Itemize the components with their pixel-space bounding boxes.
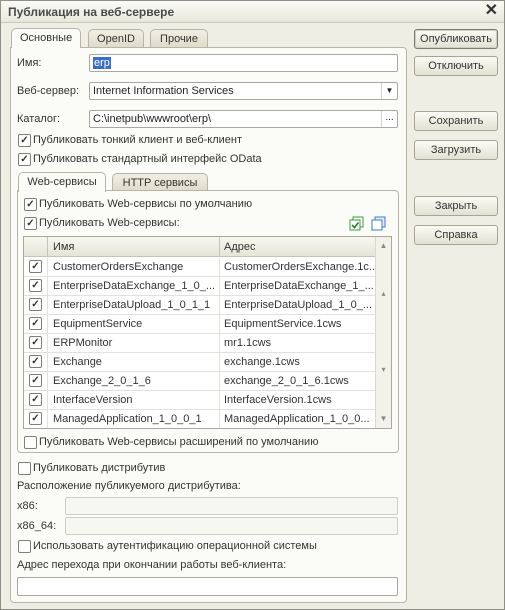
exit-url-label: Адрес перехода при окончании работы веб-… [17,559,287,571]
publish-ws-default-label: Публиковать Web-сервисы по умолчанию [39,198,253,210]
help-button[interactable]: Справка [414,225,498,245]
row-address: EnterpriseDataUpload_1_0_... [224,299,372,311]
publish-ws-default-checkbox[interactable]: ✓ [24,198,37,211]
row-name: EquipmentService [48,315,220,333]
row-checkbox[interactable]: ✓ [29,260,42,273]
load-button[interactable]: Загрузить [414,140,498,160]
table-row[interactable]: ✓ ManagedApplication_1_0_0_1 ManagedAppl… [24,410,376,428]
header-address[interactable]: Адрес [220,237,376,257]
scroll-up-icon[interactable]: ▲ [376,238,391,254]
x86-64-label: x86_64: [17,520,57,532]
row-address: ManagedApplication_1_0_0... [224,413,370,425]
table-row[interactable]: ✓ EnterpriseDataUpload_1_0_1_1 Enterpris… [24,296,376,315]
publish-thin-client-label: Публиковать тонкий клиент и веб-клиент [33,134,243,146]
check-all-icon[interactable] [348,216,366,232]
exit-url-input[interactable] [17,577,398,596]
table-row[interactable]: ✓ ERPMonitor mr1.1cws [24,334,376,353]
table-row[interactable]: ✓ EnterpriseDataExchange_1_0_... Enterpr… [24,277,376,296]
publish-button[interactable]: Опубликовать [414,29,498,49]
header-check-column [24,237,48,257]
title-bar: Публикация на веб-сервере ✕ [1,1,504,23]
catalog-value: C:\inetpub\wwwroot\erp\ [93,113,211,125]
disable-button[interactable]: Отключить [414,56,498,76]
row-address: EnterpriseDataExchange_1_... [224,280,374,292]
publish-extensions-label: Публиковать Web-сервисы расширений по ум… [39,436,319,448]
table-row[interactable]: ✓ EquipmentService EquipmentService.1cws [24,315,376,334]
publish-distributive-label: Публиковать дистрибутив [33,462,166,474]
row-name: EnterpriseDataUpload_1_0_1_1 [48,296,220,314]
row-checkbox[interactable]: ✓ [29,279,42,292]
webserver-value: Internet Information Services [93,85,234,97]
browse-button[interactable]: ... [381,111,397,127]
publish-dialog: Публикация на веб-сервере ✕ Основные Ope… [0,0,505,610]
publish-odata-checkbox[interactable]: ✓ [18,153,31,166]
table-row[interactable]: ✓ InterfaceVersion InterfaceVersion.1cws [24,391,376,410]
row-checkbox[interactable]: ✓ [29,393,42,406]
row-checkbox[interactable]: ✓ [29,317,42,330]
row-address: InterfaceVersion.1cws [224,394,332,406]
publish-odata-label: Публиковать стандартный интерфейс OData [33,153,262,165]
scroll-to-bottom-icon[interactable]: ▾ [376,362,391,378]
webserver-select[interactable]: Internet Information Services ▼ [89,82,398,100]
webserver-label: Веб-сервер: [17,85,80,97]
row-name: EnterpriseDataExchange_1_0_... [48,277,220,295]
row-name: Exchange [48,353,220,371]
table-scrollbar[interactable]: ▲ ▴ ▾ ▼ [375,237,391,428]
row-checkbox[interactable]: ✓ [29,336,42,349]
catalog-label: Каталог: [17,113,61,125]
uncheck-all-icon[interactable] [370,216,388,232]
web-services-table: Имя Адрес ✓ CustomerOrdersExchange Custo… [23,236,392,429]
header-name[interactable]: Имя [48,237,220,257]
distributive-location-label: Расположение публикуемого дистрибутива: [17,480,241,492]
row-name: ERPMonitor [48,334,220,352]
scroll-to-top-icon[interactable]: ▴ [376,286,391,302]
row-address: exchange_2_0_1_6.1cws [224,375,349,387]
publish-extensions-checkbox[interactable] [24,436,37,449]
table-row[interactable]: ✓ Exchange_2_0_1_6 exchange_2_0_1_6.1cws [24,372,376,391]
row-name: Exchange_2_0_1_6 [48,372,220,390]
tab-web-services[interactable]: Web-сервисы [18,172,106,192]
table-row[interactable]: ✓ CustomerOrdersExchange CustomerOrdersE… [24,258,376,277]
row-checkbox[interactable]: ✓ [29,355,42,368]
publish-distributive-checkbox[interactable] [18,462,31,475]
name-label: Имя: [17,57,42,69]
row-address: mr1.1cws [224,337,272,349]
name-value: erp [93,57,111,69]
table-header: Имя Адрес [24,237,376,257]
row-name: CustomerOrdersExchange [48,258,220,276]
row-address: CustomerOrdersExchange.1c... [224,261,376,273]
catalog-input[interactable]: C:\inetpub\wwwroot\erp\ ... [89,110,398,128]
row-name: ManagedApplication_1_0_0_1 [48,410,220,428]
os-auth-checkbox[interactable] [18,540,31,553]
tab-openid[interactable]: OpenID [88,29,144,48]
name-input[interactable]: erp [89,54,398,72]
row-checkbox[interactable]: ✓ [29,412,42,425]
close-button[interactable]: Закрыть [414,196,498,216]
tab-main[interactable]: Основные [11,28,81,48]
save-button[interactable]: Сохранить [414,111,498,131]
table-body: ✓ CustomerOrdersExchange CustomerOrdersE… [24,258,376,428]
publish-thin-client-checkbox[interactable]: ✓ [18,134,31,147]
chevron-down-icon[interactable]: ▼ [381,83,397,99]
x86-64-input[interactable] [65,517,398,535]
os-auth-label: Использовать аутентификацию операционной… [33,540,317,552]
x86-label: x86: [17,500,38,512]
publish-ws-label: Публиковать Web-сервисы: [39,217,180,229]
row-address: EquipmentService.1cws [224,318,342,330]
row-checkbox[interactable]: ✓ [29,298,42,311]
close-icon[interactable]: ✕ [485,3,498,19]
row-address: exchange.1cws [224,356,300,368]
table-row[interactable]: ✓ Exchange exchange.1cws [24,353,376,372]
row-name: InterfaceVersion [48,391,220,409]
x86-input[interactable] [65,497,398,515]
scroll-down-icon[interactable]: ▼ [376,411,391,427]
tab-other[interactable]: Прочие [150,29,208,48]
dialog-title: Публикация на веб-сервере [8,5,175,19]
publish-ws-checkbox[interactable]: ✓ [24,217,37,230]
row-checkbox[interactable]: ✓ [29,374,42,387]
